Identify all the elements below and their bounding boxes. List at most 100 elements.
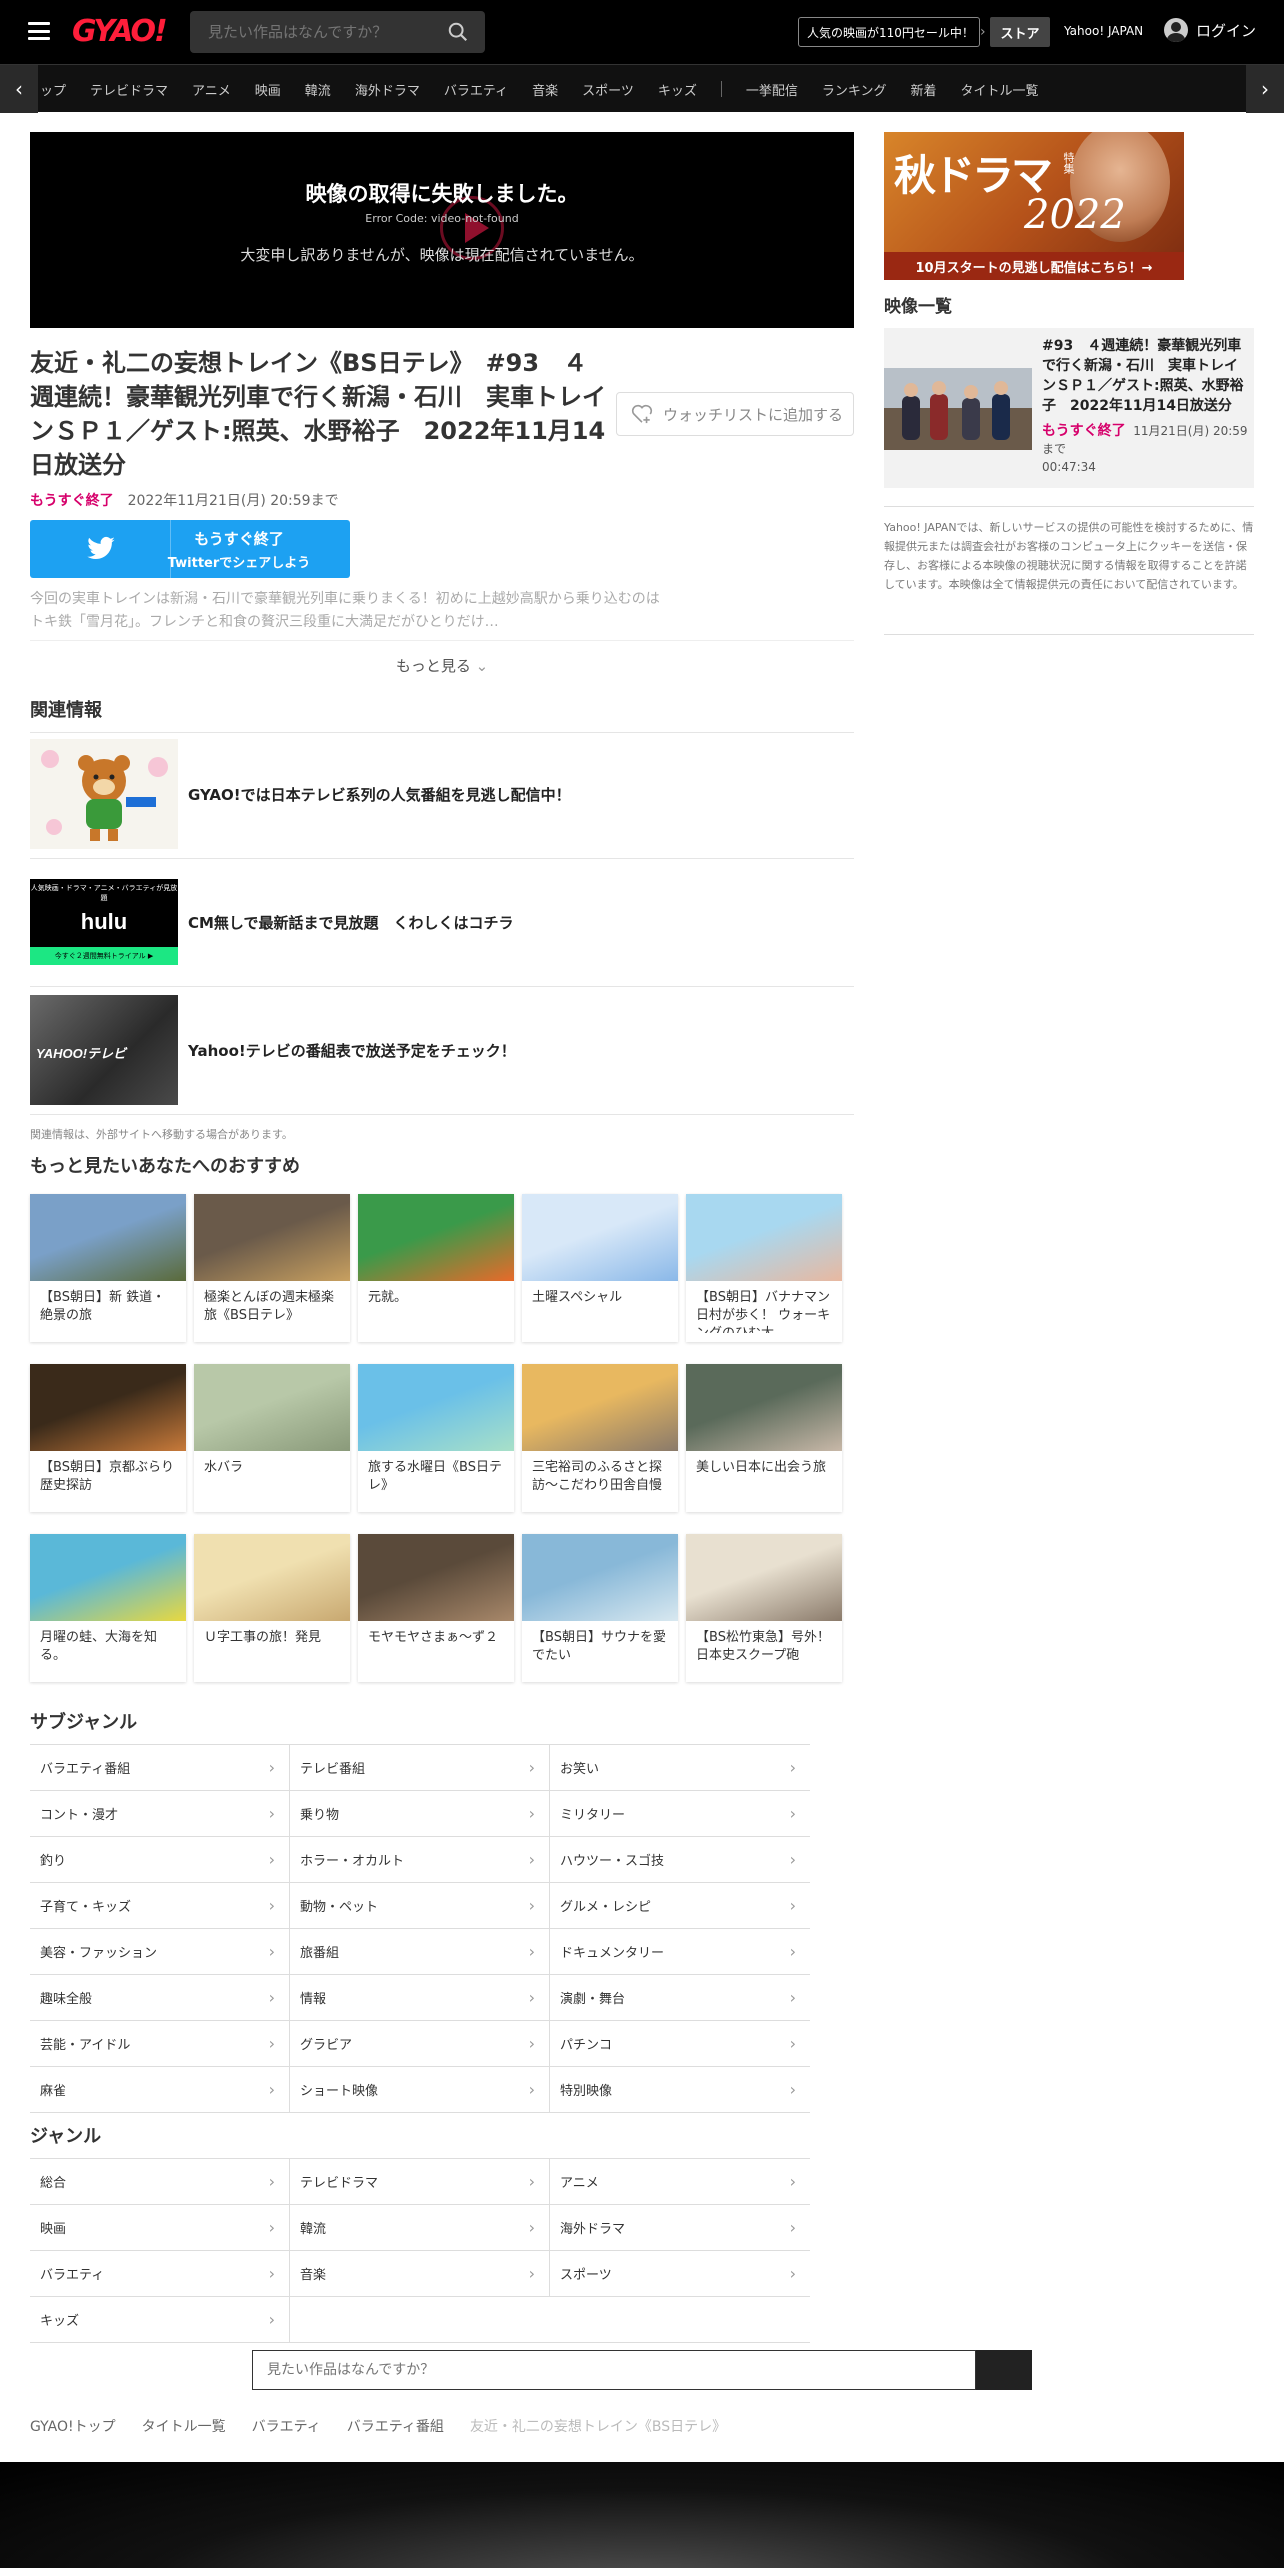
genre-row: 趣味全般 › 情報 › 演劇・舞台 ›	[30, 1975, 810, 2021]
genre-link[interactable]: 芸能・アイドル ›	[30, 2021, 290, 2066]
genre-link[interactable]: コント・漫才 ›	[30, 1791, 290, 1836]
empty-cell	[290, 2297, 550, 2342]
recommend-thumbnail	[358, 1534, 514, 1621]
yahoo-japan-link[interactable]: Yahoo! JAPAN	[1064, 24, 1143, 38]
gyao-logo[interactable]: GYAO!	[72, 14, 168, 49]
recommend-card[interactable]: 極楽とんぼの週末極楽旅《BS日テレ》	[194, 1194, 350, 1342]
genre-link[interactable]: グラビア ›	[290, 2021, 550, 2066]
genre-link[interactable]: 動物・ペット ›	[290, 1883, 550, 1928]
recommend-card[interactable]: 旅する水曜日《BS日テレ》	[358, 1364, 514, 1512]
chevron-right-icon: ›	[789, 1896, 796, 1915]
genre-link[interactable]: ミリタリー ›	[550, 1791, 810, 1836]
related-text[interactable]: CM無しで最新話まで見放題 くわしくはコチラ	[188, 912, 514, 933]
bottom-search-input[interactable]	[252, 2350, 976, 2390]
related-text[interactable]: Yahoo!テレビの番組表で放送予定をチェック！	[188, 1040, 516, 1061]
genre-link[interactable]: バラエティ ›	[30, 2251, 290, 2296]
nav-item[interactable]: 映画	[255, 80, 281, 99]
recommend-card[interactable]: 美しい日本に出会う旅	[686, 1364, 842, 1512]
genre-link[interactable]: 釣り ›	[30, 1837, 290, 1882]
recommend-card[interactable]: 【BS朝日】京都ぶらり歴史探訪	[30, 1364, 186, 1512]
recommend-card[interactable]: Ｕ字工事の旅！発見	[194, 1534, 350, 1682]
nav-item[interactable]: 音楽	[532, 80, 558, 99]
recommend-card[interactable]: 【BS松竹東急】号外！日本史スクープ砲	[686, 1534, 842, 1682]
nav-item[interactable]: テレビドラマ	[90, 80, 168, 99]
nav-item[interactable]: ップ	[40, 80, 66, 99]
recommend-card[interactable]: 月曜の蛙、大海を知る。	[30, 1534, 186, 1682]
recommend-card[interactable]: 元就。	[358, 1194, 514, 1342]
nav-item[interactable]: スポーツ	[582, 80, 634, 99]
video-player[interactable]: 映像の取得に失敗しました。 Error Code: video-not-foun…	[30, 132, 854, 328]
store-button[interactable]: ストア	[990, 17, 1050, 47]
related-item[interactable]: GYAO!では日本テレビ系列の人気番組を見逃し配信中！	[30, 738, 854, 850]
video-list-item[interactable]: #93 ４週連続！豪華観光列車で行く新潟・石川 実車トレインＳＰ１／ゲスト:照英…	[884, 328, 1254, 488]
genre-link[interactable]: キッズ ›	[30, 2297, 290, 2342]
nav-item[interactable]: バラエティ	[444, 80, 508, 99]
breadcrumb-item[interactable]: バラエティ番組	[347, 2419, 444, 2435]
related-item[interactable]: YAHOO!テレビ Yahoo!テレビの番組表で放送予定をチェック！	[30, 994, 854, 1106]
genre-link[interactable]: 音楽 ›	[290, 2251, 550, 2296]
nav-item[interactable]: キッズ	[658, 80, 697, 99]
genre-link[interactable]: 韓流 ›	[290, 2205, 550, 2250]
genre-link[interactable]: 映画 ›	[30, 2205, 290, 2250]
genre-link[interactable]: 海外ドラマ ›	[550, 2205, 810, 2250]
chevron-left-icon[interactable]: ‹	[0, 65, 38, 113]
nav-item[interactable]: 海外ドラマ	[355, 80, 420, 99]
autumn-drama-banner[interactable]: 秋ドラマ 特集 2022 10月スタートの見逃し配信はこちら！→	[884, 132, 1184, 280]
recommend-card[interactable]: 【BS朝日】新 鉄道・絶景の旅	[30, 1194, 186, 1342]
watchlist-button[interactable]: ウォッチリストに追加する	[616, 392, 854, 436]
genre-link[interactable]: 趣味全般 ›	[30, 1975, 290, 2020]
genre-link[interactable]: 特別映像 ›	[550, 2067, 810, 2112]
recommend-thumbnail	[522, 1364, 678, 1451]
genre-link[interactable]: 乗り物 ›	[290, 1791, 550, 1836]
nav-item[interactable]: ランキング	[822, 80, 887, 99]
search-button[interactable]	[976, 2350, 1032, 2390]
nav-item[interactable]: 一挙配信	[746, 80, 798, 99]
search-icon[interactable]	[447, 21, 469, 43]
login-button[interactable]: ログイン	[1164, 18, 1256, 42]
genre-label: ハウツー・スゴ技	[560, 1854, 665, 1869]
genre-link[interactable]: ショート映像 ›	[290, 2067, 550, 2112]
search-input[interactable]	[190, 23, 430, 41]
genre-link[interactable]: テレビドラマ ›	[290, 2159, 550, 2204]
genre-link[interactable]: 麻雀 ›	[30, 2067, 290, 2112]
genre-link[interactable]: 情報 ›	[290, 1975, 550, 2020]
genre-link[interactable]: ホラー・オカルト ›	[290, 1837, 550, 1882]
chevron-right-icon: ›	[528, 1896, 535, 1915]
more-button[interactable]: もっと見る ⌄	[30, 640, 854, 690]
genre-link[interactable]: テレビ番組 ›	[290, 1745, 550, 1790]
genre-link[interactable]: 旅番組 ›	[290, 1929, 550, 1974]
recommend-card[interactable]: モヤモヤさまぁ～ず２	[358, 1534, 514, 1682]
breadcrumb-item[interactable]: GYAO!トップ	[30, 2419, 116, 2435]
video-list-title[interactable]: #93 ４週連続！豪華観光列車で行く新潟・石川 実車トレインＳＰ１／ゲスト:照英…	[1042, 336, 1248, 416]
nav-item[interactable]: タイトル一覧	[961, 80, 1039, 99]
breadcrumb-item[interactable]: バラエティ	[252, 2419, 321, 2435]
genre-link[interactable]: パチンコ ›	[550, 2021, 810, 2066]
hamburger-menu-icon[interactable]	[28, 22, 50, 40]
related-text[interactable]: GYAO!では日本テレビ系列の人気番組を見逃し配信中！	[188, 784, 571, 805]
twitter-share-button[interactable]: もうすぐ終了 Twitterでシェアしよう	[30, 520, 350, 578]
genre-link[interactable]: 総合 ›	[30, 2159, 290, 2204]
genre-link[interactable]: スポーツ ›	[550, 2251, 810, 2296]
nav-item[interactable]: 新着	[910, 80, 936, 99]
genre-link[interactable]: お笑い ›	[550, 1745, 810, 1790]
promo-link[interactable]: 人気の映画が110円セール中！	[798, 17, 980, 47]
chevron-right-icon[interactable]: ›	[1246, 65, 1284, 113]
genre-link[interactable]: 演劇・舞台 ›	[550, 1975, 810, 2020]
recommend-card[interactable]: 土曜スペシャル	[522, 1194, 678, 1342]
genre-link[interactable]: ハウツー・スゴ技 ›	[550, 1837, 810, 1882]
genre-link[interactable]: グルメ・レシピ ›	[550, 1883, 810, 1928]
nav-item[interactable]: アニメ	[192, 80, 231, 99]
recommend-card[interactable]: 【BS朝日】サウナを愛でたい	[522, 1534, 678, 1682]
divider	[30, 858, 854, 859]
recommend-card[interactable]: 【BS朝日】バナナマン日村が歩く！ ウォーキングのひむ太	[686, 1194, 842, 1342]
recommend-card[interactable]: 三宅裕司のふるさと探訪～こだわり田舎自慢	[522, 1364, 678, 1512]
genre-link[interactable]: バラエティ番組 ›	[30, 1745, 290, 1790]
nav-item[interactable]: 韓流	[305, 80, 331, 99]
recommend-card[interactable]: 水バラ	[194, 1364, 350, 1512]
genre-link[interactable]: ドキュメンタリー ›	[550, 1929, 810, 1974]
genre-link[interactable]: 子育て・キッズ ›	[30, 1883, 290, 1928]
related-item[interactable]: 人気映画・ドラマ・アニメ・バラエティが見放題 hulu 今すぐ２週間無料トライア…	[30, 866, 854, 978]
genre-link[interactable]: アニメ ›	[550, 2159, 810, 2204]
breadcrumb-item[interactable]: タイトル一覧	[142, 2419, 226, 2435]
genre-link[interactable]: 美容・ファッション ›	[30, 1929, 290, 1974]
